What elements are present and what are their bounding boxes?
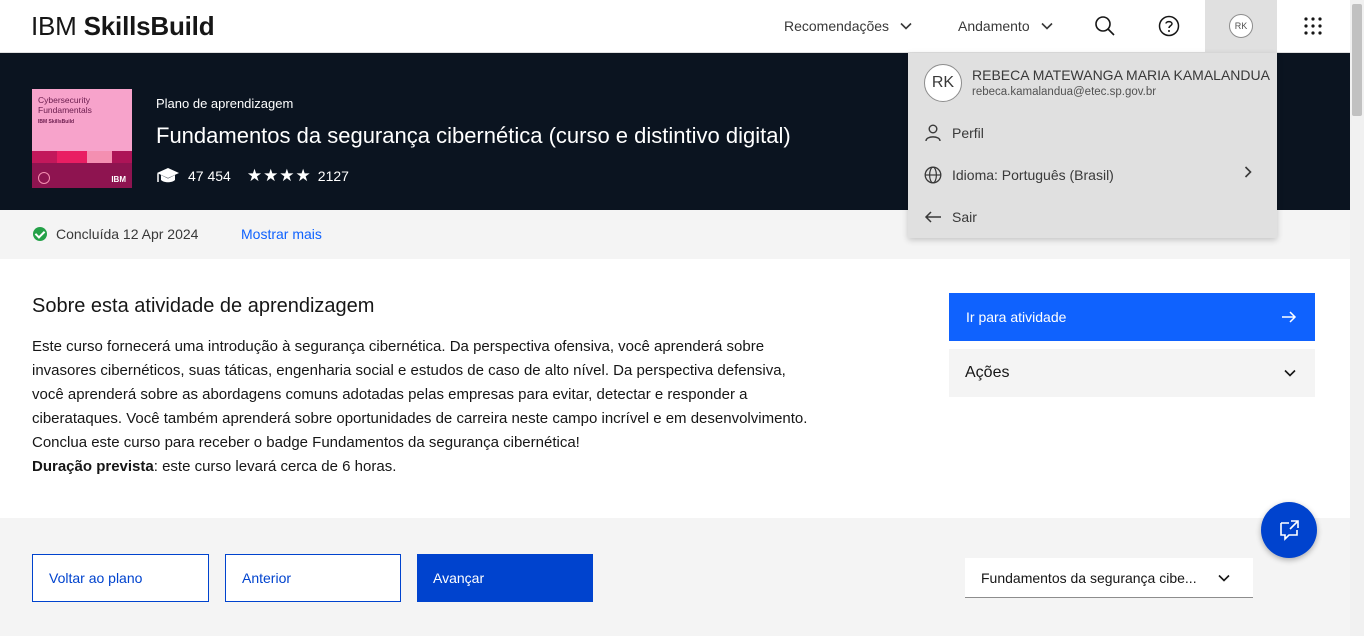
chevron-down-icon [900, 22, 912, 30]
thumbnail-brand: IBM SkillsBuild [38, 119, 75, 125]
brand-name: SkillsBuild [83, 11, 215, 41]
completion-date: Concluída 12 Apr 2024 [56, 226, 199, 242]
reviews-count: 2127 [317, 168, 349, 184]
badge-note: Conclua este curso para receber o badge … [32, 434, 580, 451]
about-heading: Sobre esta atividade de aprendizagem [32, 295, 375, 317]
chevron-down-icon [1284, 369, 1296, 377]
chevron-down-icon [1218, 574, 1230, 582]
go-to-activity-label: Ir para atividade [966, 309, 1067, 325]
profile-dropdown: RK REBECA MATEWANGA MARIA KAMALANDUA reb… [908, 53, 1277, 238]
previous-button[interactable]: Anterior [225, 554, 401, 602]
arrow-left-icon [924, 211, 941, 223]
course-description: Este curso fornecerá uma introdução à se… [32, 335, 812, 479]
user-menu-button[interactable]: RK [1205, 0, 1277, 52]
search-icon [1095, 16, 1115, 36]
activity-select-value: Fundamentos da segurança cibe... [981, 569, 1197, 586]
nav-recommendations[interactable]: Recomendações [784, 0, 913, 52]
search-button[interactable] [1073, 0, 1137, 52]
scrollbar-thumb[interactable] [1352, 4, 1362, 116]
help-icon [1158, 15, 1180, 37]
duration-label: Duração prevista [32, 458, 154, 475]
thumbnail-title: Cybersecurity Fundamentals [38, 95, 92, 115]
page-title: Fundamentos da segurança cibernética (cu… [156, 123, 791, 148]
show-more-link[interactable]: Mostrar mais [241, 226, 322, 242]
menu-logout-label: Sair [952, 209, 977, 225]
chevron-right-icon [1244, 166, 1252, 178]
check-circle-icon [33, 227, 47, 241]
menu-item-profile[interactable]: Perfil [924, 121, 984, 145]
avatar: RK [1229, 14, 1253, 38]
footer-navigation: Voltar ao plano Anterior Avançar Fundame… [0, 518, 1350, 636]
top-header: IBM SkillsBuild Recomendações Andamento … [0, 0, 1350, 53]
brand-logo[interactable]: IBM SkillsBuild [31, 11, 215, 42]
menu-language-label: Idioma: Português (Brasil) [952, 167, 1114, 183]
hand-icon [38, 172, 50, 184]
nav-recommendations-label: Recomendações [784, 18, 890, 34]
nav-progress[interactable]: Andamento [958, 0, 1054, 52]
actions-label: Ações [965, 364, 1010, 381]
actions-accordion[interactable]: Ações [949, 349, 1315, 397]
nav-progress-label: Andamento [958, 18, 1030, 34]
thumbnail-logo: IBM [111, 175, 126, 184]
user-icon [925, 124, 941, 142]
menu-item-logout[interactable]: Sair [924, 205, 977, 229]
menu-profile-label: Perfil [952, 125, 984, 141]
grid-icon [1304, 17, 1322, 35]
profile-name: REBECA MATEWANGA MARIA KAMALANDUA [972, 67, 1270, 83]
rating-stars-icon: ★★★★ [246, 166, 312, 185]
learners-count: 47 454 [188, 168, 231, 184]
help-button[interactable] [1137, 0, 1201, 52]
course-thumbnail: Cybersecurity Fundamentals IBM SkillsBui… [32, 89, 132, 188]
plan-label: Plano de aprendizagem [156, 96, 294, 111]
go-to-activity-button[interactable]: Ir para atividade [949, 293, 1315, 341]
description-paragraph: Este curso fornecerá uma introdução à se… [32, 338, 808, 427]
launch-chat-icon [1280, 520, 1299, 541]
next-button[interactable]: Avançar [417, 554, 593, 602]
globe-icon [924, 166, 942, 184]
arrow-right-icon [1282, 311, 1297, 323]
menu-item-language[interactable]: Idioma: Português (Brasil) [924, 163, 1114, 187]
back-to-plan-button[interactable]: Voltar ao plano [32, 554, 209, 602]
main-content: Sobre esta atividade de aprendizagem Est… [0, 259, 1350, 518]
profile-email: rebeca.kamalandua@etec.sp.gov.br [972, 86, 1157, 98]
duration-line: Duração prevista: este curso levará cerc… [32, 455, 812, 479]
profile-avatar: RK [924, 64, 962, 102]
thumbnail-band [32, 151, 132, 163]
brand-prefix: IBM [31, 11, 77, 41]
chevron-down-icon [1041, 22, 1053, 30]
graduation-cap-icon [157, 168, 179, 183]
page-scrollbar[interactable] [1350, 0, 1364, 636]
activity-select[interactable]: Fundamentos da segurança cibe... [965, 558, 1253, 598]
duration-text: : este curso levará cerca de 6 horas. [153, 458, 397, 475]
feedback-chat-button[interactable] [1261, 502, 1317, 558]
app-switcher-button[interactable] [1281, 0, 1345, 52]
course-stats: 47 454 ★★★★ 2127 [156, 166, 349, 186]
